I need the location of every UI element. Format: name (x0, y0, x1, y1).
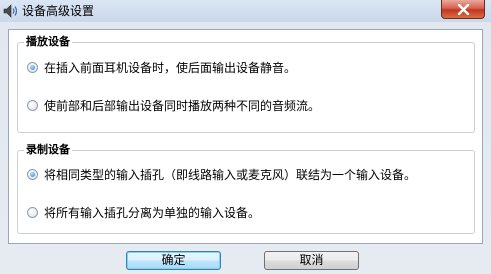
cancel-button[interactable]: 取消 (264, 251, 359, 270)
recording-group-title: 录制设备 (24, 143, 72, 157)
close-icon (457, 4, 470, 15)
radio-button-checked[interactable] (27, 62, 38, 73)
recording-device-group: 录制设备 将相同类型的输入插孔（即线路输入或麦克风）联结为一个输入设备。 将所有… (17, 143, 475, 234)
option-label[interactable]: 使前部和后部输出设备同时播放两种不同的音频流。 (44, 98, 320, 114)
radio-button-checked[interactable] (27, 169, 38, 180)
radio-button[interactable] (27, 100, 38, 111)
option-label[interactable]: 将所有输入插孔分离为单独的输入设备。 (44, 205, 260, 221)
playback-device-group: 播放设备 在插入前面耳机设备时，使后面输出设备静音。 使前部和后部输出设备同时播… (17, 35, 475, 133)
playback-group-title: 播放设备 (24, 35, 72, 49)
title-bar[interactable]: 设备高级设置 (0, 0, 491, 22)
window-title: 设备高级设置 (22, 4, 95, 18)
close-button[interactable] (441, 0, 485, 19)
dialog-content: 播放设备 在插入前面耳机设备时，使后面输出设备静音。 使前部和后部输出设备同时播… (8, 29, 483, 244)
speaker-icon (3, 4, 19, 18)
option-label[interactable]: 将相同类型的输入插孔（即线路输入或麦克风）联结为一个输入设备。 (44, 167, 416, 183)
option-label[interactable]: 在插入前面耳机设备时，使后面输出设备静音。 (44, 60, 296, 76)
ok-button[interactable]: 确定 (126, 251, 221, 270)
radio-button[interactable] (27, 207, 38, 218)
advanced-device-settings-dialog: 设备高级设置 播放设备 在插入前面耳机设备时，使后面输出设备静音。 使前部和后部… (0, 0, 491, 274)
